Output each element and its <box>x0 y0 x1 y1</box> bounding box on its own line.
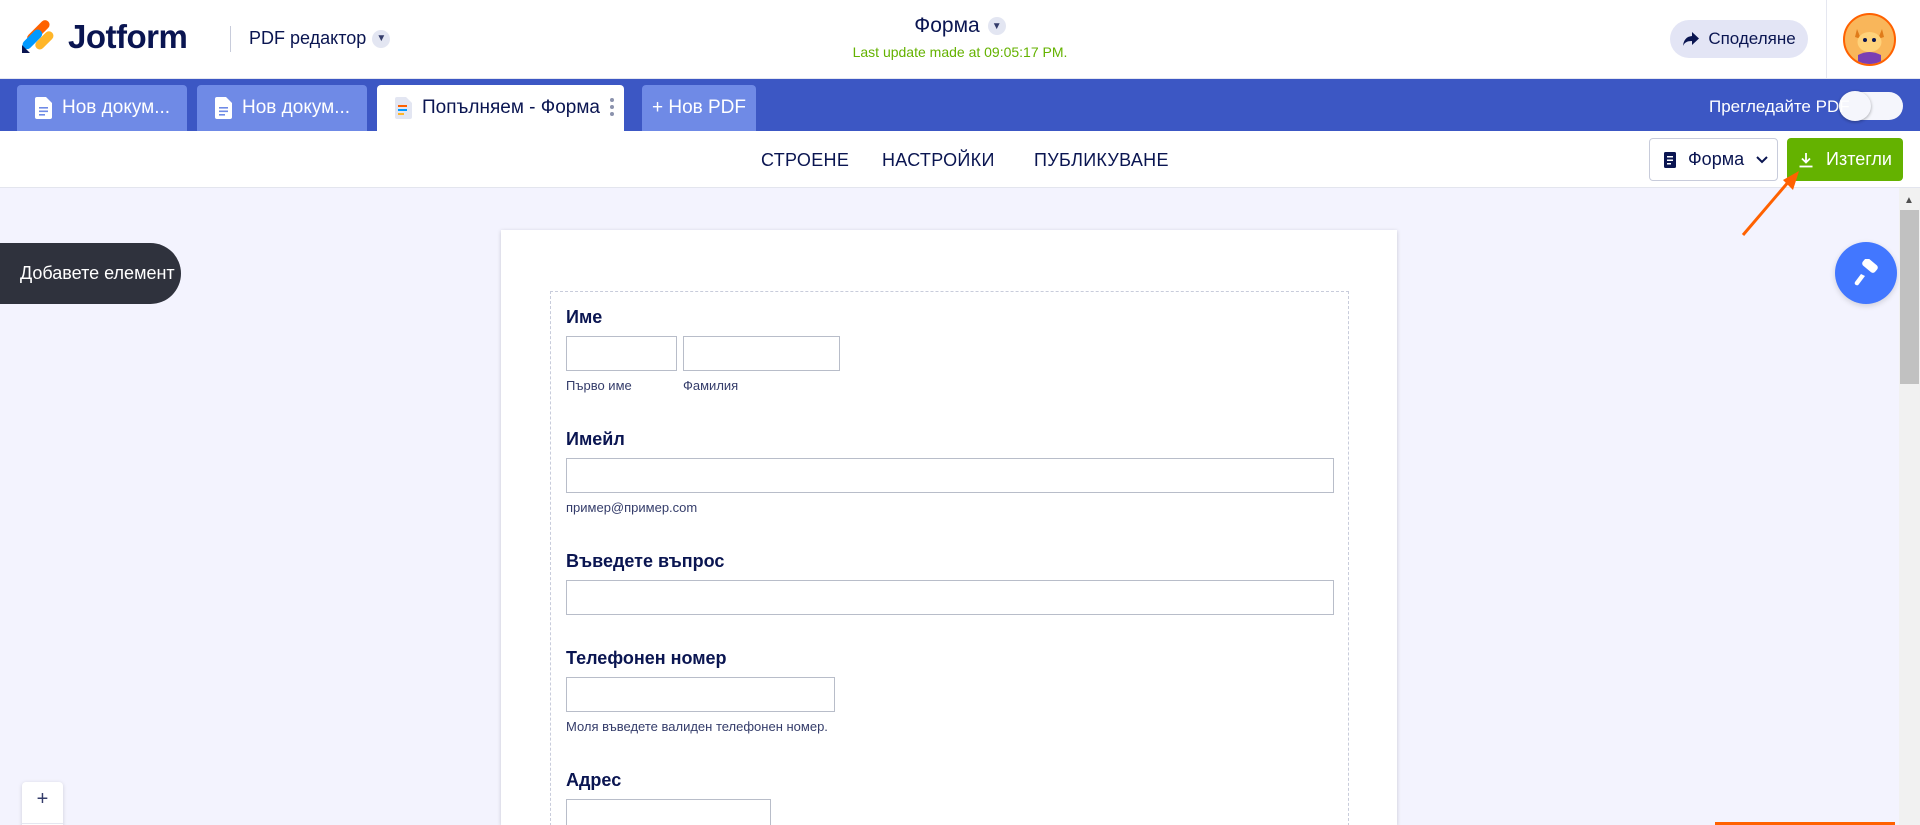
app-header: Jotform PDF редактор ▼ Форма ▼ Last upda… <box>0 0 1920 79</box>
form-page: Име Първо име Фамилия Имейл пример@приме… <box>501 230 1397 825</box>
fillable-document-icon <box>395 97 412 119</box>
email-sublabel: пример@пример.com <box>566 500 698 515</box>
annotation-arrow-icon <box>1741 171 1799 236</box>
share-label: Споделяне <box>1708 29 1796 48</box>
user-avatar[interactable] <box>1843 13 1896 66</box>
question-label: Въведете въпрос <box>566 551 725 571</box>
header-divider <box>230 26 231 52</box>
last-name-input[interactable] <box>683 336 840 371</box>
last-name-sublabel: Фамилия <box>683 378 739 393</box>
form-title: Форма <box>914 14 980 37</box>
form-title-area: Форма ▼ Last update made at 09:05:17 PM. <box>760 14 1160 60</box>
jotform-logo[interactable]: Jotform <box>20 18 188 56</box>
new-pdf-button[interactable]: + Нов PDF <box>642 85 756 131</box>
document-icon <box>35 97 52 119</box>
nav-publish-tab[interactable]: ПУБЛИКУВАНЕ <box>1034 150 1169 171</box>
jotform-logo-icon <box>22 20 54 53</box>
tab-new-document-2[interactable]: Нов докум... <box>197 85 367 131</box>
preview-pdf-label: Прегледайте PDF <box>1709 97 1850 116</box>
tab-options-icon[interactable] <box>610 98 614 116</box>
editor-type-dropdown[interactable]: PDF редактор ▼ <box>249 28 391 49</box>
chevron-down-icon: ▼ <box>987 17 1006 35</box>
share-arrow-icon <box>1683 32 1700 46</box>
question-input[interactable] <box>566 580 1334 615</box>
form-title-dropdown[interactable]: Форма ▼ <box>914 14 1006 38</box>
download-label: Изтегли <box>1826 149 1892 169</box>
tab-label: Попълняем - Форма <box>422 97 600 118</box>
preview-pdf-toggle[interactable] <box>1839 91 1903 121</box>
chevron-down-icon <box>1756 155 1768 163</box>
scrollbar-thumb[interactable] <box>1900 210 1919 384</box>
cat-avatar-icon <box>1845 15 1894 64</box>
email-input[interactable] <box>566 458 1334 493</box>
first-name-sublabel: Първо име <box>566 378 632 393</box>
phone-label: Телефонен номер <box>566 648 727 668</box>
zoom-divider <box>22 823 63 824</box>
name-label: Име <box>566 307 603 327</box>
header-separator <box>1826 0 1827 79</box>
share-button[interactable]: Споделяне <box>1670 20 1808 58</box>
document-icon <box>215 97 232 119</box>
last-update-status: Last update made at 09:05:17 PM. <box>852 44 1068 60</box>
email-label: Имейл <box>566 429 625 449</box>
tab-label: Нов докум... <box>62 97 171 118</box>
download-icon <box>1799 152 1813 167</box>
tab-fillable-form[interactable]: Попълняем - Форма <box>377 85 624 131</box>
form-field-area: Име Първо име Фамилия Имейл пример@приме… <box>550 291 1349 825</box>
nav-build-tab[interactable]: СТРОЕНЕ <box>761 150 849 171</box>
document-tab-bar: Нов докум... Нов докум... Попълняем - Фо… <box>0 79 1920 131</box>
designer-wand-button[interactable] <box>1835 242 1897 304</box>
chevron-down-icon: ▼ <box>372 29 391 48</box>
zoom-in-button[interactable]: + <box>22 788 63 811</box>
tab-label: Нов докум... <box>242 97 351 118</box>
paint-roller-icon <box>1854 259 1878 286</box>
logo-text: Jotform <box>68 18 188 55</box>
add-element-button[interactable]: Добавете елемент <box>0 243 181 304</box>
nav-settings-tab[interactable]: НАСТРОЙКИ <box>882 150 995 171</box>
first-name-input[interactable] <box>566 336 677 371</box>
builder-nav: СТРОЕНЕ НАСТРОЙКИ ПУБЛИКУВАНЕ Форма Изте… <box>0 131 1920 188</box>
editor-type-label: PDF редактор <box>249 28 367 48</box>
phone-sublabel: Моля въведете валиден телефонен номер. <box>566 719 828 734</box>
zoom-controls: + <box>22 782 63 825</box>
phone-input[interactable] <box>566 677 835 712</box>
address-label: Адрес <box>566 770 622 790</box>
scroll-up-arrow-icon[interactable]: ▲ <box>1904 195 1914 206</box>
address-input[interactable] <box>566 799 771 825</box>
form-select-label: Форма <box>1688 149 1745 169</box>
form-document-icon <box>1664 151 1676 168</box>
tab-new-document-1[interactable]: Нов докум... <box>17 85 187 131</box>
